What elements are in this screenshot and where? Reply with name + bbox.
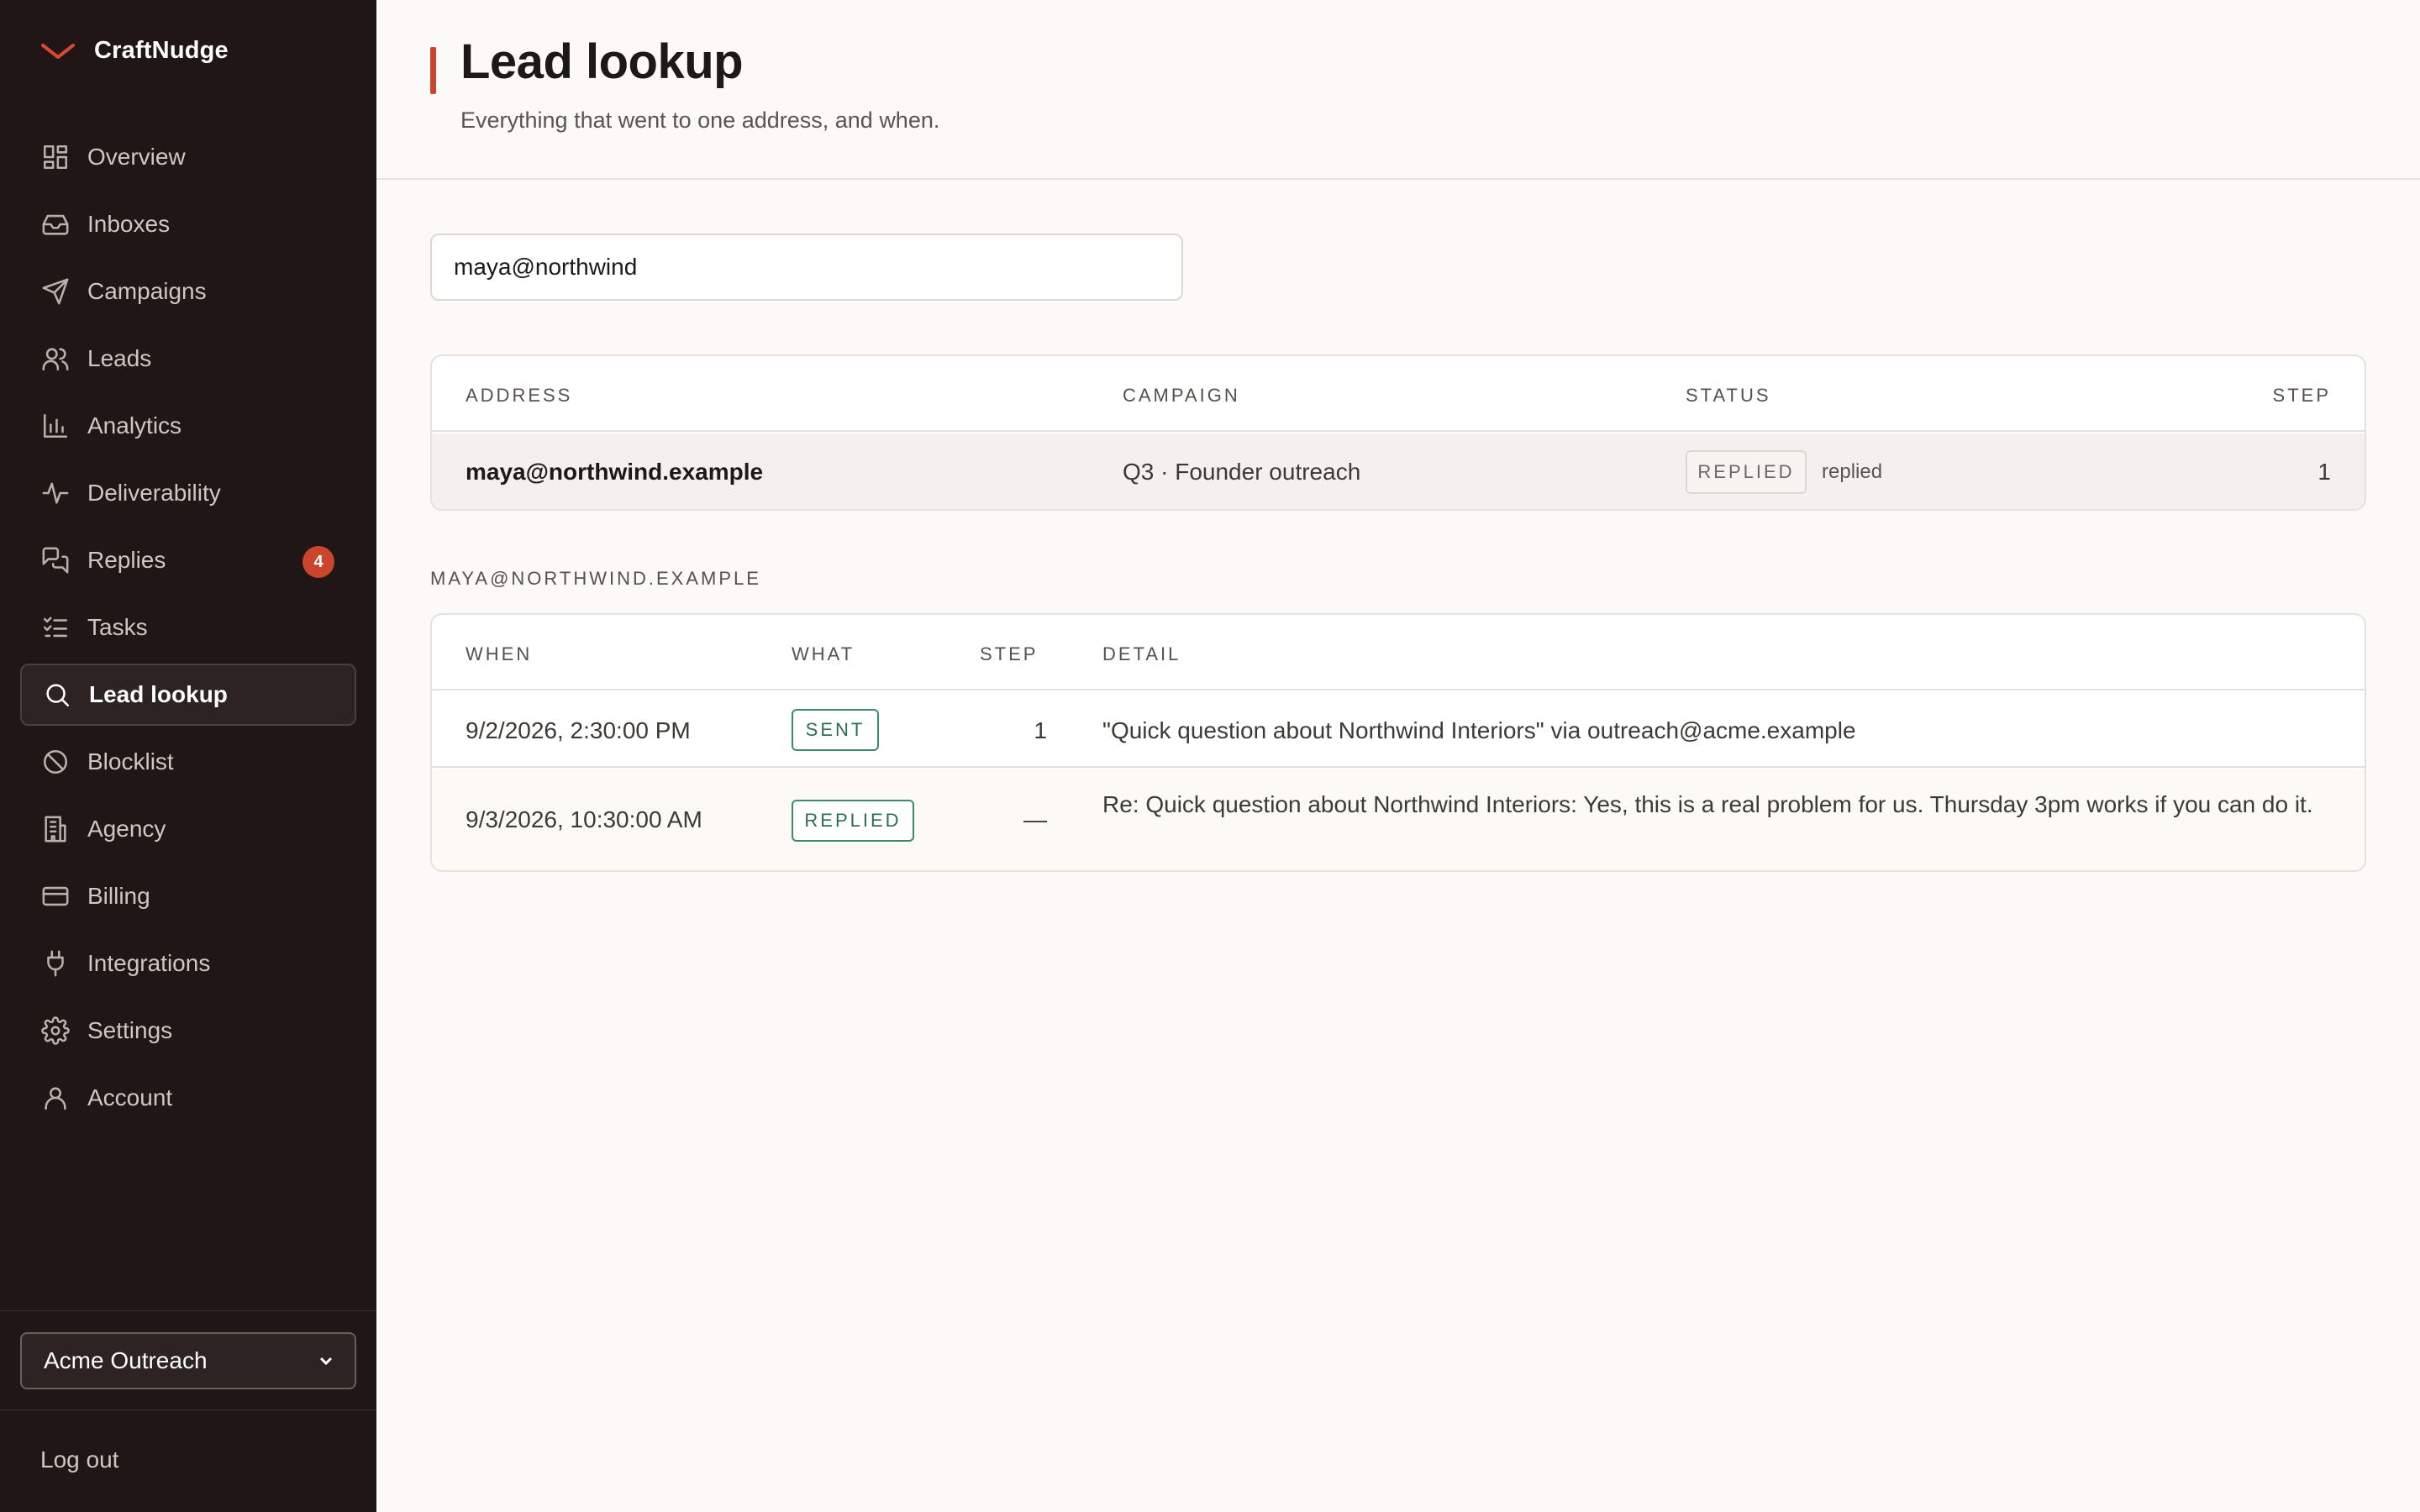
building-icon: [40, 814, 71, 844]
sidebar-item-label: Analytics: [87, 412, 182, 438]
lead-address: maya@northwind.example: [466, 459, 764, 485]
sidebar-item-label: Blocklist: [87, 748, 174, 774]
gear-icon: [40, 1016, 71, 1046]
event-type-badge: Sent: [792, 709, 879, 751]
sidebar-item-integrations[interactable]: Integrations: [20, 932, 356, 995]
page-header: Lead lookup Everything that went to one …: [376, 0, 2420, 180]
search-icon: [42, 680, 72, 710]
plug-icon: [40, 948, 71, 979]
event-type-badge: Replied: [792, 800, 914, 842]
title-accent-bar: [430, 47, 436, 94]
users-icon: [40, 344, 71, 374]
sidebar-item-label: Deliverability: [87, 480, 221, 506]
event-detail: Re: Quick question about Northwind Inter…: [1102, 791, 2313, 817]
sidebar-item-label: Overview: [87, 144, 186, 170]
send-icon: [40, 276, 71, 307]
column-header-status: Status: [1686, 385, 1771, 406]
ban-icon: [40, 747, 71, 777]
chevron-down-icon: [319, 1357, 333, 1366]
status-badge: Replied: [1686, 450, 1807, 494]
event-when: 9/2/2026, 2:30:00 PM: [466, 717, 691, 743]
sidebar-item-billing[interactable]: Billing: [20, 865, 356, 927]
timeline-section-label: maya@northwind.example: [430, 568, 761, 589]
inbox-icon: [40, 209, 71, 239]
sidebar-item-settings[interactable]: Settings: [20, 1000, 356, 1062]
sidebar-nav: Overview Inboxes Campaigns Leads Analyti…: [20, 126, 356, 1134]
table-row: 9/3/2026, 10:30:00 AM Replied — Re: Quic…: [432, 769, 2365, 870]
column-header-step: Step: [2272, 385, 2331, 406]
column-header-when: When: [466, 643, 533, 664]
event-detail: "Quick question about Northwind Interior…: [1102, 717, 1856, 743]
sidebar-item-label: Leads: [87, 345, 152, 371]
sidebar-item-campaigns[interactable]: Campaigns: [20, 260, 356, 323]
column-header-step: Step: [980, 643, 1039, 664]
status-note: replied: [1822, 460, 1883, 483]
bar-chart-icon: [40, 411, 71, 441]
credit-card-icon: [40, 881, 71, 911]
sidebar-item-label: Tasks: [87, 614, 148, 640]
page-title: Lead lookup: [460, 34, 744, 89]
sidebar-item-blocklist[interactable]: Blocklist: [20, 731, 356, 793]
logout-link[interactable]: Log out: [40, 1446, 118, 1473]
sidebar-item-deliverability[interactable]: Deliverability: [20, 462, 356, 524]
sidebar-item-label: Billing: [87, 883, 150, 909]
column-header-detail: Detail: [1102, 643, 1181, 664]
replies-count-badge: 4: [302, 546, 334, 578]
sidebar-item-tasks[interactable]: Tasks: [20, 596, 356, 659]
sidebar-item-analytics[interactable]: Analytics: [20, 395, 356, 457]
sidebar-item-overview[interactable]: Overview: [20, 126, 356, 188]
results-table: Address Campaign Status Step maya@northw…: [430, 354, 2366, 511]
column-header-address: Address: [466, 385, 573, 406]
sidebar-item-label: Settings: [87, 1017, 173, 1043]
brand-logo-icon: [41, 43, 75, 59]
sidebar-item-label: Replies: [87, 547, 166, 573]
grid-icon: [40, 142, 71, 172]
activity-icon: [40, 478, 71, 508]
sidebar-item-account[interactable]: Account: [20, 1067, 356, 1129]
sidebar-item-label: Campaigns: [87, 278, 207, 304]
sidebar-item-label: Inboxes: [87, 211, 171, 237]
organization-select[interactable]: Acme Outreach: [20, 1332, 356, 1389]
event-when: 9/3/2026, 10:30:00 AM: [466, 806, 702, 832]
lead-search-input[interactable]: [430, 234, 1183, 301]
main-content: Lead lookup Everything that went to one …: [376, 0, 2420, 1512]
sidebar-item-label: Integrations: [87, 950, 211, 976]
page-subtitle: Everything that went to one address, and…: [460, 108, 940, 133]
event-step: 1: [1034, 717, 1047, 743]
sidebar-item-replies[interactable]: Replies 4: [20, 529, 356, 591]
table-row[interactable]: maya@northwind.example Q3 · Founder outr…: [432, 433, 2365, 509]
brand-name: CraftNudge: [94, 37, 229, 64]
sidebar: CraftNudge Overview Inboxes Campaigns Le…: [0, 0, 376, 1512]
brand[interactable]: CraftNudge: [40, 37, 229, 65]
user-icon: [40, 1083, 71, 1113]
lead-campaign: Q3 · Founder outreach: [1123, 459, 1361, 485]
column-header-campaign: Campaign: [1123, 385, 1240, 406]
messages-icon: [40, 545, 71, 575]
sidebar-item-inboxes[interactable]: Inboxes: [20, 193, 356, 255]
lead-step: 1: [2317, 459, 2331, 485]
column-header-what: What: [792, 643, 855, 664]
checklist-icon: [40, 612, 71, 643]
sidebar-divider: [0, 1310, 376, 1311]
sidebar-item-label: Lead lookup: [89, 681, 228, 707]
sidebar-item-leads[interactable]: Leads: [20, 328, 356, 390]
event-step: —: [1023, 806, 1047, 832]
table-header-row: When What Step Detail: [432, 615, 2365, 690]
sidebar-item-label: Agency: [87, 816, 166, 842]
table-header-row: Address Campaign Status Step: [432, 356, 2365, 432]
sidebar-item-label: Account: [87, 1084, 173, 1110]
timeline-table: When What Step Detail 9/2/2026, 2:30:00 …: [430, 613, 2366, 872]
table-row: 9/2/2026, 2:30:00 PM Sent 1 "Quick quest…: [432, 692, 2365, 768]
organization-select-value: Acme Outreach: [44, 1347, 208, 1373]
sidebar-item-agency[interactable]: Agency: [20, 798, 356, 860]
sidebar-item-lead-lookup[interactable]: Lead lookup: [20, 664, 356, 726]
